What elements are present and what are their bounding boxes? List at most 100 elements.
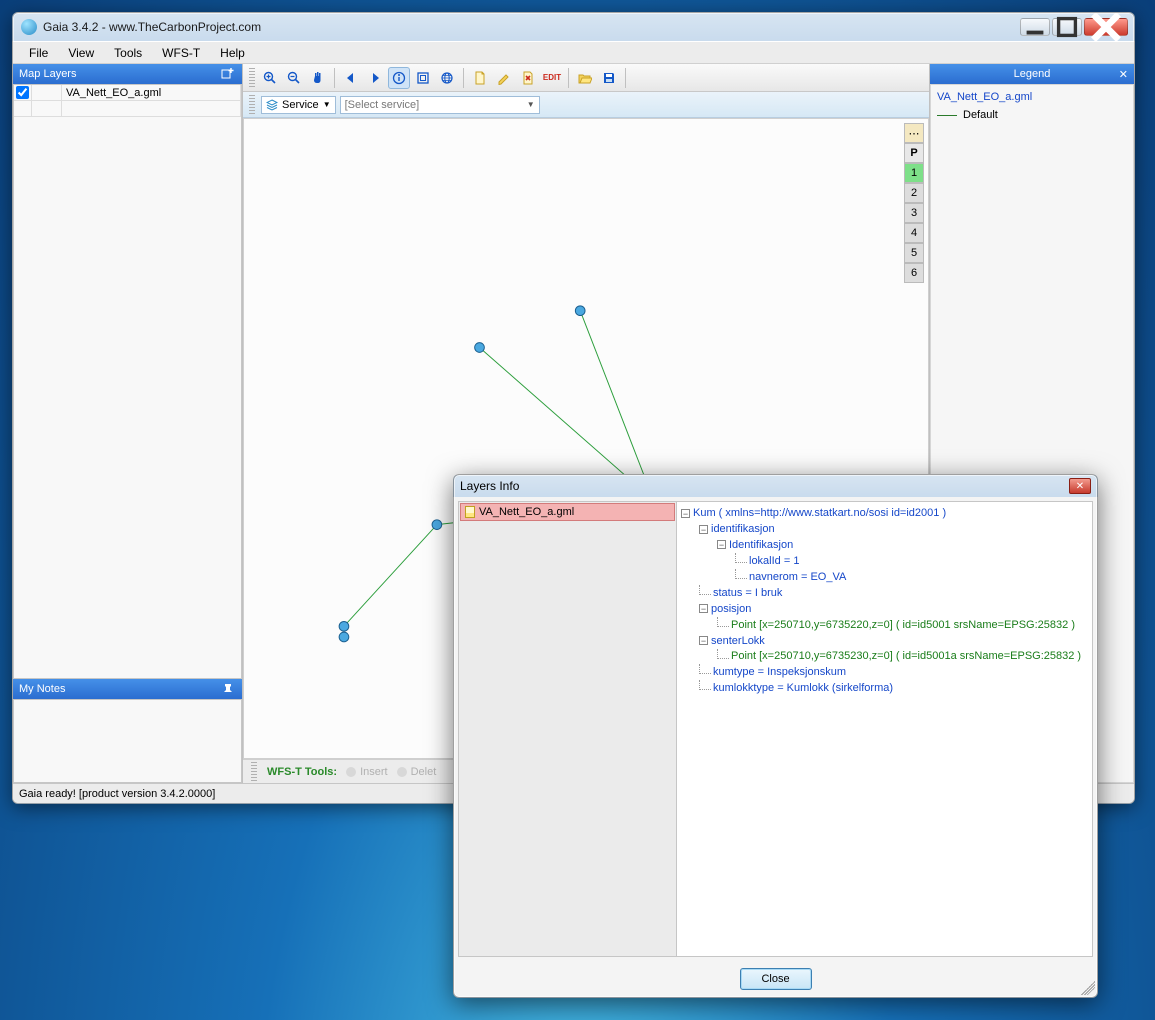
tree-lokalid[interactable]: lokalId = 1 <box>749 555 799 567</box>
legend-layer-name[interactable]: VA_Nett_EO_a.gml <box>937 91 1127 103</box>
chevron-down-icon: ▼ <box>527 100 535 109</box>
window-title: Gaia 3.4.2 - www.TheCarbonProject.com <box>43 20 1018 34</box>
line-swatch-icon <box>937 115 957 116</box>
page-4[interactable]: 4 <box>904 223 924 243</box>
menu-help[interactable]: Help <box>210 44 255 62</box>
pan-icon[interactable] <box>307 67 329 89</box>
wfs-grip[interactable] <box>251 762 257 782</box>
page-more-icon[interactable]: ⋯ <box>904 123 924 143</box>
service-dropdown[interactable]: Service ▼ <box>261 96 336 114</box>
status-text: Gaia ready! [product version 3.4.2.0000] <box>19 788 215 800</box>
titlebar[interactable]: Gaia 3.4.2 - www.TheCarbonProject.com <box>13 13 1134 41</box>
select-service-input[interactable]: [Select service] ▼ <box>340 96 540 114</box>
open-icon[interactable] <box>574 67 596 89</box>
legend-title: Legend <box>1014 68 1051 80</box>
tree-toggle[interactable]: − <box>699 604 708 613</box>
back-icon[interactable] <box>340 67 362 89</box>
tree-root[interactable]: Kum ( xmlns=http://www.statkart.no/sosi … <box>693 507 946 519</box>
doc-icon <box>465 506 475 518</box>
dialog-titlebar[interactable]: Layers Info ✕ <box>454 475 1097 497</box>
dialog-tree[interactable]: −Kum ( xmlns=http://www.statkart.no/sosi… <box>677 502 1092 956</box>
page-3[interactable]: 3 <box>904 203 924 223</box>
edit-text-icon[interactable]: EDIT <box>541 67 563 89</box>
menu-view[interactable]: View <box>58 44 104 62</box>
maximize-button[interactable] <box>1052 18 1082 36</box>
subtoolbar-grip[interactable] <box>249 95 255 115</box>
page-1[interactable]: 1 <box>904 163 924 183</box>
menu-wfst[interactable]: WFS-T <box>152 44 210 62</box>
menu-tools[interactable]: Tools <box>104 44 152 62</box>
tree-toggle[interactable]: − <box>699 636 708 645</box>
map-layers-header: Map Layers <box>13 64 242 84</box>
map-layers-title: Map Layers <box>19 68 76 80</box>
globe-icon[interactable] <box>436 67 458 89</box>
page-2[interactable]: 2 <box>904 183 924 203</box>
legend-item-label: Default <box>963 109 998 121</box>
left-column: Map Layers VA_Nett_EO_a.gml My Not <box>13 64 243 783</box>
layer-row[interactable]: VA_Nett_EO_a.gml <box>14 85 241 101</box>
tree-kumtype[interactable]: kumtype = Inspeksjonskum <box>713 666 846 678</box>
page-header: P <box>904 143 924 163</box>
notes-body[interactable] <box>13 699 242 783</box>
tree-toggle[interactable]: − <box>681 509 690 518</box>
tree-toggle[interactable]: − <box>699 525 708 534</box>
tree-posisjon[interactable]: posisjon <box>711 603 751 615</box>
notes-title: My Notes <box>19 683 65 695</box>
minimize-button[interactable] <box>1020 18 1050 36</box>
tree-ident[interactable]: identifikasjon <box>711 523 775 535</box>
dialog-close-btn[interactable]: Close <box>740 968 812 990</box>
legend-header: Legend ✕ <box>930 64 1134 84</box>
dialog-title: Layers Info <box>460 479 519 493</box>
menu-file[interactable]: File <box>19 44 58 62</box>
wfs-delete-button: Delet <box>396 766 437 778</box>
legend-item: Default <box>937 109 1127 121</box>
page-5[interactable]: 5 <box>904 243 924 263</box>
tree-senterlokk[interactable]: senterLokk <box>711 635 765 647</box>
app-icon <box>21 19 37 35</box>
layer-list[interactable]: VA_Nett_EO_a.gml <box>13 84 242 679</box>
forward-icon[interactable] <box>364 67 386 89</box>
toolbar-grip[interactable] <box>249 68 255 88</box>
tree-kumlokktype[interactable]: kumlokktype = Kumlokk (sirkelforma) <box>713 682 893 694</box>
tree-ident-type[interactable]: Identifikasjon <box>729 539 793 551</box>
service-label: Service <box>282 99 319 111</box>
wfs-label: WFS-T Tools: <box>267 766 337 778</box>
layer-swatch <box>32 85 62 100</box>
save-icon[interactable] <box>598 67 620 89</box>
legend-close-icon[interactable]: ✕ <box>1119 68 1128 81</box>
service-toolbar: Service ▼ [Select service] ▼ <box>243 92 929 118</box>
menubar: File View Tools WFS-T Help <box>13 41 1134 63</box>
page-6[interactable]: 6 <box>904 263 924 283</box>
full-extent-icon[interactable] <box>412 67 434 89</box>
dialog-selected-layer[interactable]: VA_Nett_EO_a.gml <box>460 503 675 521</box>
layer-row-empty <box>14 101 241 117</box>
delete-icon[interactable] <box>517 67 539 89</box>
info-icon[interactable] <box>388 67 410 89</box>
dialog-layer-list[interactable]: VA_Nett_EO_a.gml <box>459 502 677 956</box>
layer-name[interactable]: VA_Nett_EO_a.gml <box>62 85 241 100</box>
notes-header: My Notes <box>13 679 242 699</box>
layer-visible-checkbox[interactable] <box>16 86 29 99</box>
wfs-insert-button: Insert <box>345 766 388 778</box>
zoom-in-icon[interactable] <box>259 67 281 89</box>
select-service-placeholder: [Select service] <box>345 99 420 111</box>
tree-senterlokk-point[interactable]: Point [x=250710,y=6735230,z=0] ( id=id50… <box>731 650 1081 662</box>
main-toolbar: EDIT <box>243 64 929 92</box>
layers-icon <box>266 99 278 111</box>
tree-navnerom[interactable]: navnerom = EO_VA <box>749 571 846 583</box>
layers-info-dialog: Layers Info ✕ VA_Nett_EO_a.gml −Kum ( xm… <box>453 474 1098 998</box>
zoom-out-icon[interactable] <box>283 67 305 89</box>
dialog-body: VA_Nett_EO_a.gml −Kum ( xmlns=http://www… <box>458 501 1093 957</box>
add-layer-icon[interactable] <box>220 67 236 81</box>
tree-posisjon-point[interactable]: Point [x=250710,y=6735220,z=0] ( id=id50… <box>731 619 1075 631</box>
edit-icon[interactable] <box>493 67 515 89</box>
dialog-footer: Close <box>454 961 1097 997</box>
tree-status[interactable]: status = I bruk <box>713 587 782 599</box>
resize-grip[interactable] <box>1081 981 1095 995</box>
close-button[interactable] <box>1084 18 1128 36</box>
notes-pin-icon[interactable] <box>220 683 236 695</box>
dialog-close-button[interactable]: ✕ <box>1069 478 1091 494</box>
chevron-down-icon: ▼ <box>323 100 331 109</box>
tree-toggle[interactable]: − <box>717 540 726 549</box>
new-doc-icon[interactable] <box>469 67 491 89</box>
